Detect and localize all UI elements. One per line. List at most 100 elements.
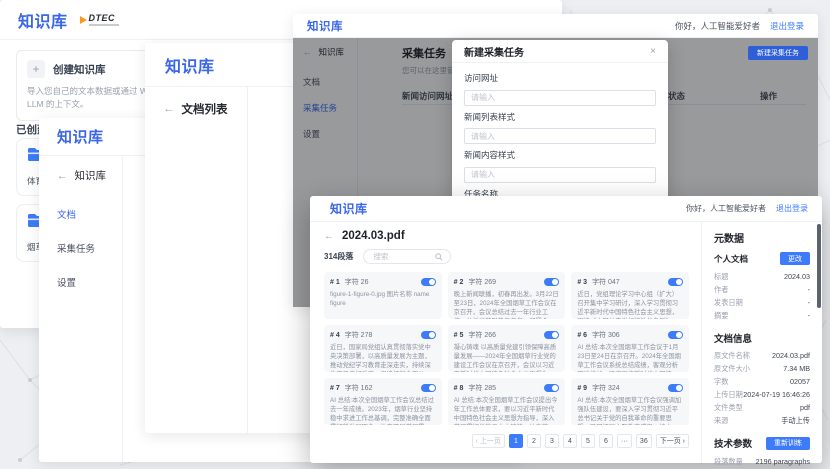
pagination-page-4[interactable]: 4 <box>563 434 577 448</box>
segment-chars: 字符 266 <box>468 330 496 340</box>
kb-detail-sidebar: ← 知识库 文档 采集任务 设置 <box>39 156 123 462</box>
segment-toggle[interactable] <box>544 278 559 286</box>
tasks-header: 知识库 你好，人工智能爱好者 退出登录 <box>293 14 818 38</box>
retrain-button[interactable]: 重新训练 <box>766 437 810 450</box>
segment-id: # 9 <box>577 385 587 392</box>
back-label: 文档列表 <box>182 101 228 117</box>
new-task-button[interactable]: 新建采集任务 <box>748 46 808 60</box>
search-input[interactable] <box>371 251 435 262</box>
segment-id: # 1 <box>330 279 340 286</box>
back-arrow-icon[interactable]: ← <box>324 231 334 242</box>
segment-id: # 4 <box>330 332 340 339</box>
segment-card: # 4字符 278 近日，国家局党组认真贯彻落实党中央决策部署，以高质量发展为主… <box>324 325 442 372</box>
meta-row: 标题2024.03 <box>714 270 810 283</box>
segment-toggle[interactable] <box>421 384 436 392</box>
pagination-page-5[interactable]: 5 <box>581 434 595 448</box>
modal-header: 新建采集任务 × <box>452 40 668 63</box>
content-style-field[interactable] <box>464 167 656 183</box>
segment-card: # 1 字符 26 figure-1-figure-0.jpg 图片名称 name… <box>324 272 442 319</box>
pagination-page-1[interactable]: 1 <box>509 434 523 448</box>
info-row: 来源手动上传 <box>714 414 810 427</box>
segment-text: AI 总结:本次全国烟草工作会议总结过去一年成绩。2023年，烟草行业坚持稳中求… <box>330 396 436 425</box>
segment-toggle[interactable] <box>544 331 559 339</box>
field-label-content-style: 新闻内容样式 <box>464 149 656 161</box>
sidebar-item-docs[interactable]: 文档 <box>57 207 122 221</box>
segment-card: # 5 字符 266 凝心铸魂 以高质量党建引领保障高质量发展——2024年全国烟… <box>448 325 566 372</box>
segment-text: AI 总结:本次全国烟草工作会议强调加强队伍建设，要深入学习贯彻习近平总书记关于… <box>577 396 683 425</box>
segment-card: # 9 字符 324 AI 总结:本次全国烟草工作会议强调加强队伍建设，要深入学习… <box>571 378 689 425</box>
segment-id: # 3 <box>577 279 587 286</box>
segment-toggle[interactable] <box>544 384 559 392</box>
search-icon <box>435 253 443 261</box>
metadata-title: 元数据 <box>714 230 810 245</box>
logout-link[interactable]: 退出登录 <box>776 203 808 214</box>
segment-card: # 6 字符 306 AI 总结:本次全国烟草工作会议于1月23日至24日在京召开… <box>571 325 689 372</box>
field-label-list-style: 新闻列表样式 <box>464 111 656 123</box>
back-to-kb[interactable]: ← 知识库 <box>57 168 122 183</box>
app-brand: 知识库 <box>57 126 104 147</box>
segment-text: AI 总结:本次全国烟草工作会议于1月23日至24日在京召开。2024年全国烟草… <box>577 343 683 372</box>
metadata-sidebar: 元数据 个人文档 更改 标题2024.03 作者- 发表日期- 摘要- 文档信息… <box>702 222 822 463</box>
logo-arrow-icon <box>80 16 87 24</box>
app-brand: 知识库 <box>18 8 68 32</box>
paragraph-count: 314段落 <box>324 251 353 262</box>
pagination-page-2[interactable]: 2 <box>527 434 541 448</box>
meta-row: 发表日期- <box>714 296 810 309</box>
doc-header: 知识库 你好，人工智能爱好者 退出登录 <box>310 196 822 222</box>
create-kb-title: 创建知识库 <box>53 62 106 77</box>
doc-info-title: 文档信息 <box>714 331 810 345</box>
segment-chars: 字符 162 <box>345 383 373 393</box>
window-document-detail: 知识库 你好，人工智能爱好者 退出登录 ← 2024.03.pdf 314段落 <box>310 196 822 463</box>
close-icon[interactable]: × <box>650 46 656 57</box>
segment-id: # 6 <box>577 332 587 339</box>
document-title: 2024.03.pdf <box>342 230 405 242</box>
segments-main: ← 2024.03.pdf 314段落 # 1 字符 26 <box>310 222 702 463</box>
scrollbar-thumb[interactable] <box>817 224 821 308</box>
segment-text: 凝心铸魂 以高质量党建引领保障高质量发展——2024年全国烟草行业党的建设工作会… <box>454 343 560 372</box>
segment-toggle[interactable] <box>421 278 436 286</box>
user-greeting: 你好，人工智能爱好者 <box>675 20 760 32</box>
pagination-next[interactable]: 下一页 › <box>656 434 689 448</box>
doc-list-sidebar: ← 文档列表 <box>145 87 248 433</box>
segment-chars: 字符 306 <box>592 330 620 340</box>
segment-chars: 字符 26 <box>345 277 369 287</box>
back-arrow-icon: ← <box>57 170 68 182</box>
pagination-prev[interactable]: ‹ 上一页 <box>472 434 505 448</box>
pagination-ellipsis[interactable]: ··· <box>617 434 632 448</box>
segment-toggle[interactable] <box>668 331 683 339</box>
list-style-field[interactable] <box>464 128 656 144</box>
modal-title: 新建采集任务 <box>464 44 524 59</box>
edit-metadata-button[interactable]: 更改 <box>780 252 810 265</box>
segment-id: # 8 <box>454 385 464 392</box>
info-row: 上传日期2024-07-19 16:46:26 <box>714 388 810 401</box>
plus-icon: + <box>27 60 45 78</box>
sidebar-item-tasks[interactable]: 采集任务 <box>57 241 122 255</box>
info-row: 原文件名称2024.03.pdf <box>714 349 810 362</box>
new-task-modal: 新建采集任务 × 访问网址 新闻列表样式 新闻内容样式 任务名称 是否定时执行 … <box>452 40 668 212</box>
segment-chars: 字符 324 <box>592 383 620 393</box>
pagination-page-6[interactable]: 6 <box>599 434 613 448</box>
pagination-page-36[interactable]: 36 <box>636 434 652 448</box>
app-brand: 知识库 <box>330 200 368 217</box>
logout-link[interactable]: 退出登录 <box>770 20 804 32</box>
url-field[interactable] <box>464 90 656 106</box>
segment-toggle[interactable] <box>668 384 683 392</box>
sidebar-item-settings[interactable]: 设置 <box>57 275 122 289</box>
segment-toggle[interactable] <box>668 278 683 286</box>
segment-text: 近日，党组理论学习中心组（扩大）召开集中学习研讨，深入学习贯彻习近平新时代中国特… <box>577 290 683 319</box>
segment-card: # 8字符 285 AI 总结:本次全国烟草工作会议提出今年工作总体要求，要以习… <box>448 378 566 425</box>
segment-text: 晚上新闻联播，初春再出发。3月22日至23日，2024年全国烟草工作会议在京召开… <box>454 290 560 319</box>
segment-text: figure-1-figure-0.jpg 图片名称 name figure <box>330 290 436 308</box>
segment-toggle[interactable] <box>421 331 436 339</box>
segment-id: # 5 <box>454 332 464 339</box>
logo-text: DTEC <box>89 13 119 23</box>
info-row: 文件类型pdf <box>714 401 810 414</box>
pagination-page-3[interactable]: 3 <box>545 434 559 448</box>
xdtec-logo: DTEC <box>80 13 119 26</box>
field-label-url: 访问网址 <box>464 72 656 84</box>
segment-chars: 字符 285 <box>468 383 496 393</box>
meta-row: 作者- <box>714 283 810 296</box>
segment-chars: 字符 269 <box>468 277 496 287</box>
segment-text: 近日，国家局党组认真贯彻落实党中央决策部署，以高质量发展为主题，推动党纪学习教育… <box>330 343 436 372</box>
back-to-doc-list[interactable]: ← 文档列表 <box>163 101 247 117</box>
